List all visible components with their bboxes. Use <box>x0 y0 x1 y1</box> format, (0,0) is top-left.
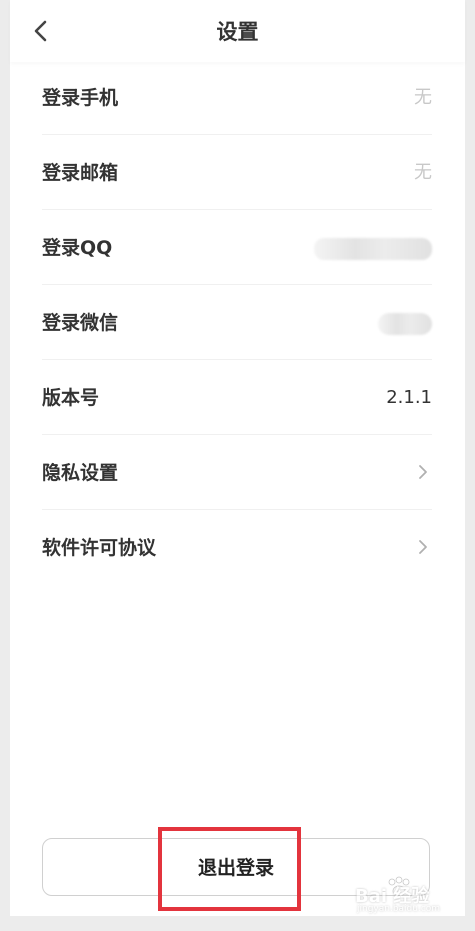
setting-row-login-qq[interactable]: 登录QQ <box>42 210 432 285</box>
setting-label: 软件许可协议 <box>42 537 157 559</box>
blurred-account-value <box>378 313 432 335</box>
setting-row-version: 版本号 2.1.1 <box>42 360 432 435</box>
blurred-account-value <box>314 238 432 260</box>
setting-value: 无 <box>414 87 432 108</box>
setting-row-license[interactable]: 软件许可协议 <box>42 510 432 585</box>
chevron-right-icon <box>414 536 432 558</box>
watermark: Bai 经验 jingyan.baidu.com <box>355 876 455 916</box>
setting-row-login-phone[interactable]: 登录手机 无 <box>42 60 432 135</box>
settings-screen: 设置 登录手机 无 登录邮箱 无 登录QQ 登录微信 版本号 2.1.1 隐私设… <box>10 0 465 916</box>
chevron-right-icon <box>414 461 432 483</box>
top-bar: 设置 <box>10 0 465 62</box>
settings-list: 登录手机 无 登录邮箱 无 登录QQ 登录微信 版本号 2.1.1 隐私设置 软… <box>42 60 432 585</box>
setting-row-login-wechat[interactable]: 登录微信 <box>42 285 432 360</box>
version-value: 2.1.1 <box>386 387 432 408</box>
setting-label: 登录手机 <box>42 87 119 109</box>
setting-row-privacy[interactable]: 隐私设置 <box>42 435 432 510</box>
setting-row-login-email[interactable]: 登录邮箱 无 <box>42 135 432 210</box>
watermark-subtext: jingyan.baidu.com <box>357 904 441 914</box>
setting-label: 登录QQ <box>42 237 113 259</box>
setting-label: 版本号 <box>42 387 100 409</box>
setting-label: 隐私设置 <box>42 462 119 484</box>
setting-value: 无 <box>414 162 432 183</box>
setting-label: 登录邮箱 <box>42 162 119 184</box>
page-title: 设置 <box>216 20 259 44</box>
setting-label: 登录微信 <box>42 312 119 334</box>
